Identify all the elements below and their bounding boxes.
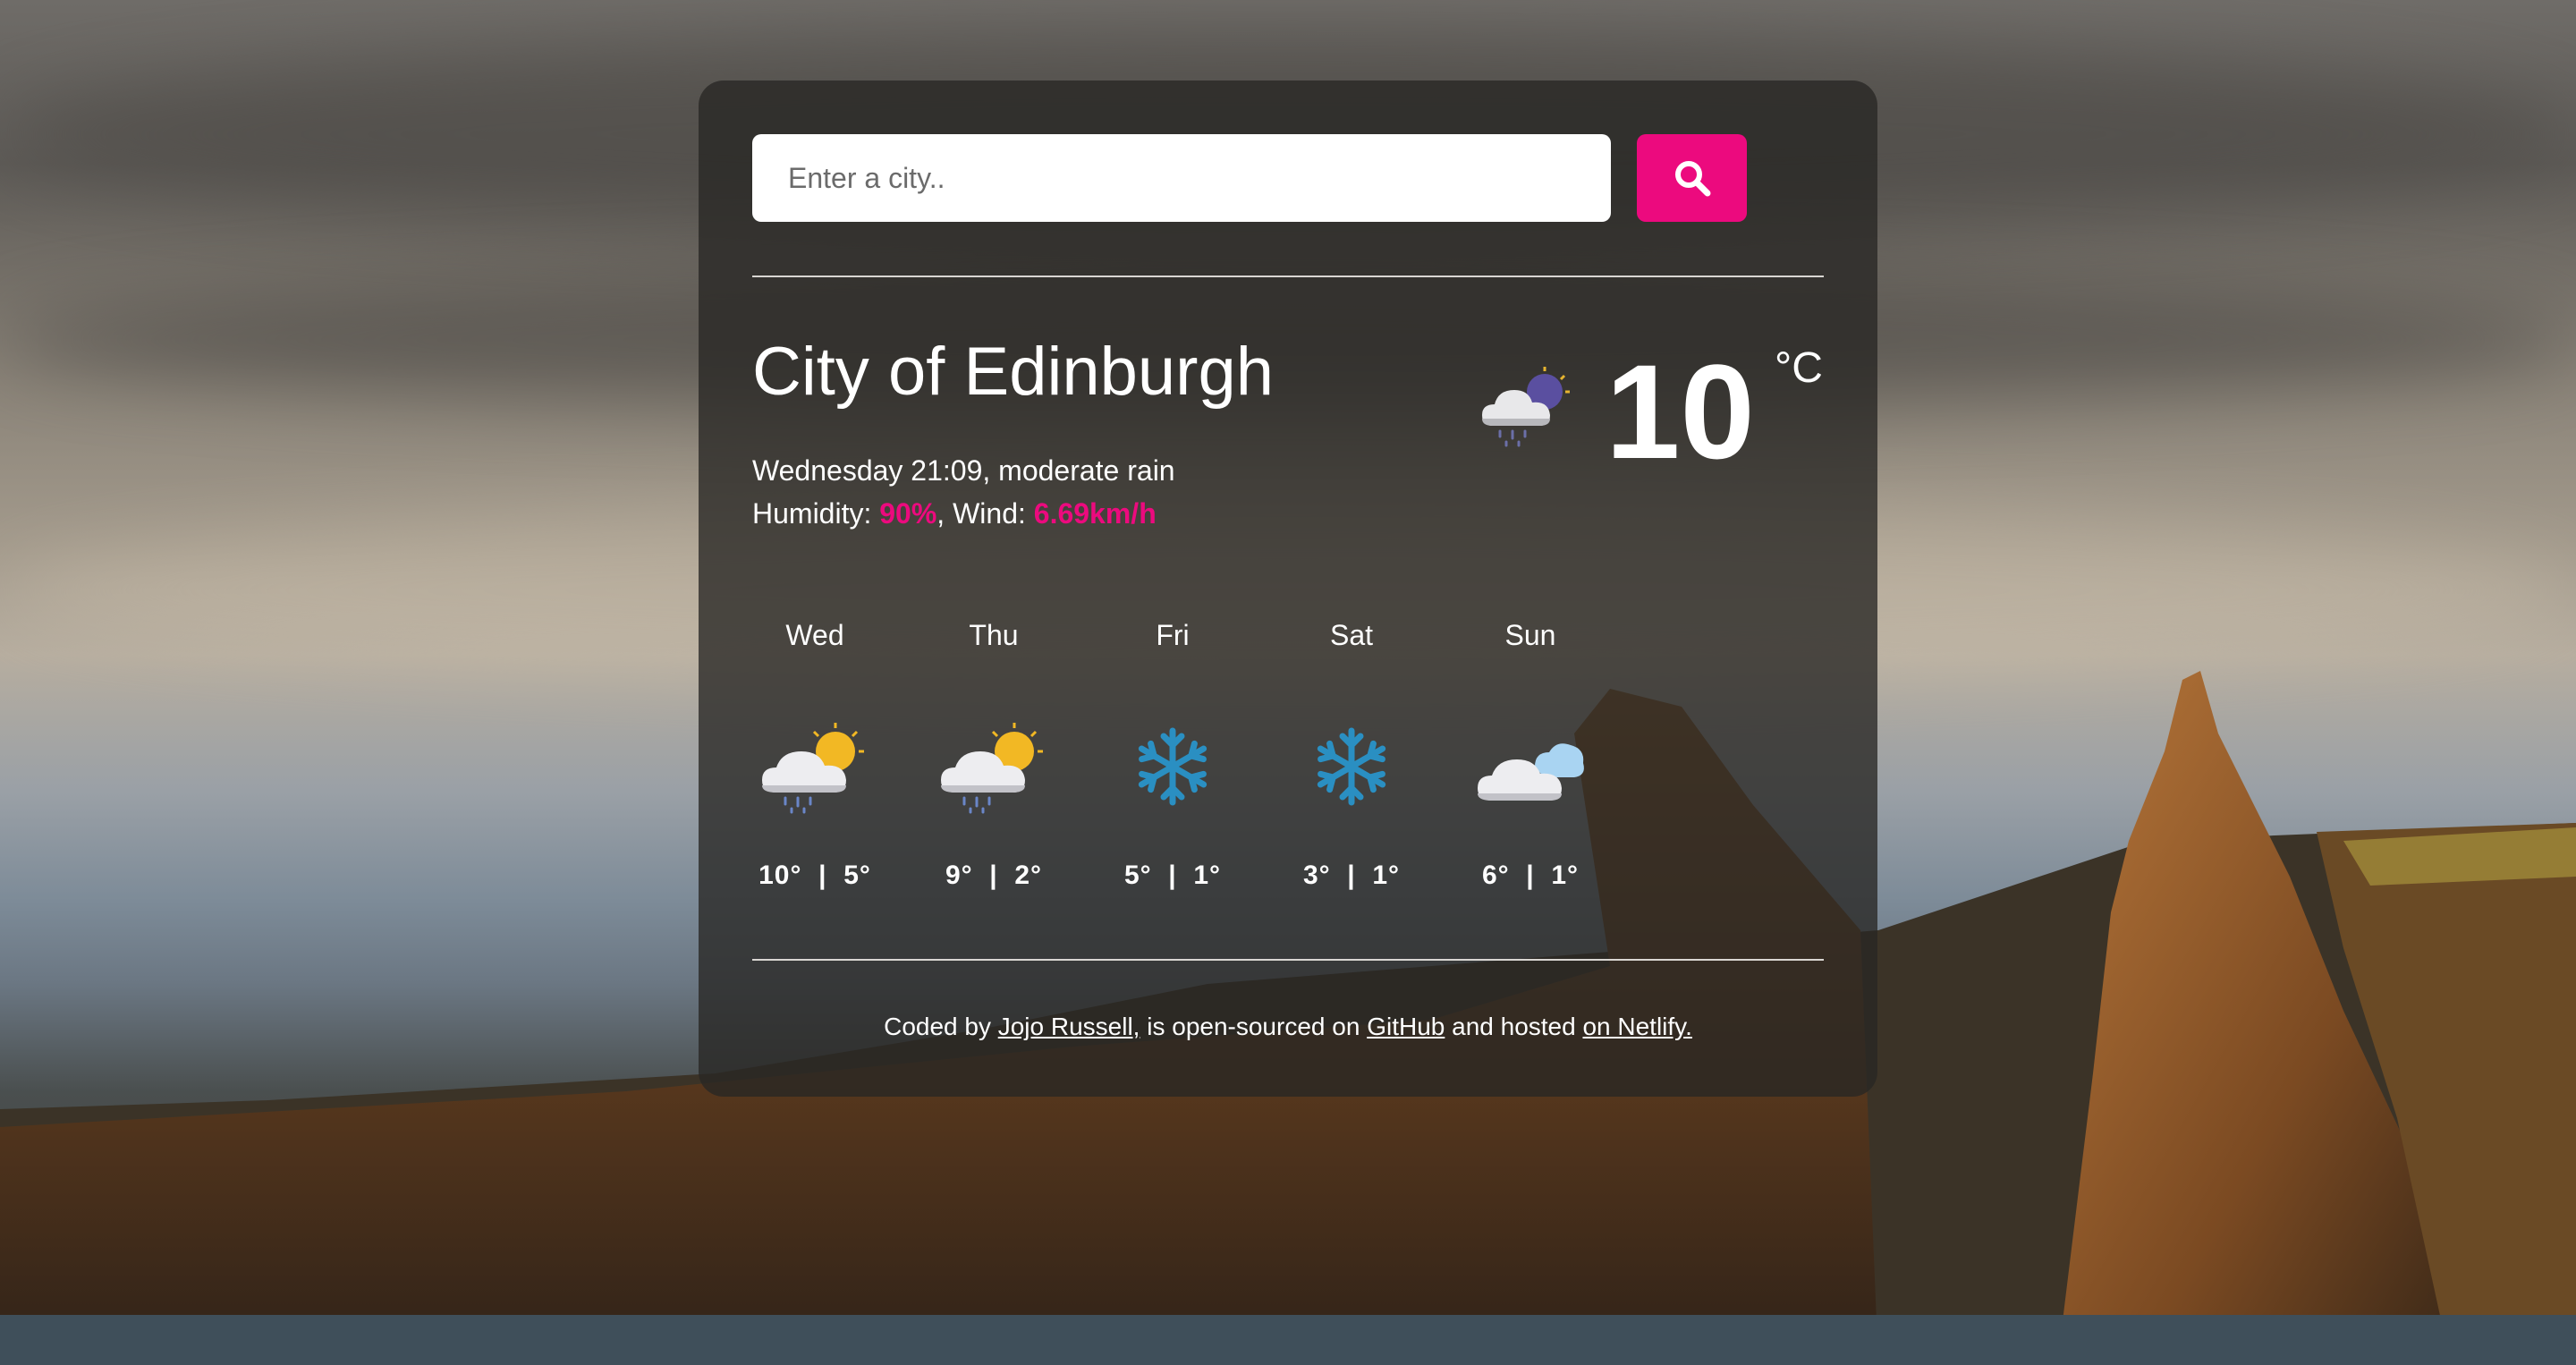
weather-card: City of Edinburgh Wednesday 21:09, moder… — [699, 81, 1877, 1097]
forecast-day: Thu 9° | 2° — [931, 614, 1056, 891]
divider — [752, 276, 1824, 277]
forecast-separator: | — [818, 861, 827, 890]
forecast-temps: 10° | 5° — [752, 861, 877, 891]
forecast-row: Wed 10° | 5° Thu 9° | 2° Fri 5° | 1° Sat… — [752, 614, 1584, 998]
snowflake-icon — [1317, 727, 1386, 806]
city-search-input[interactable] — [752, 134, 1611, 222]
forecast-low: 1° — [1551, 861, 1580, 890]
divider — [752, 959, 1824, 961]
forecast-temps: 3° | 1° — [1289, 861, 1414, 891]
github-link[interactable]: GitHub — [1367, 1013, 1445, 1040]
temperature-unit: °C — [1775, 344, 1823, 392]
humidity-value: 90% — [879, 497, 937, 530]
forecast-temps: 5° | 1° — [1110, 861, 1235, 891]
wind-label: , Wind: — [936, 497, 1034, 530]
forecast-day-name: Fri — [1156, 619, 1190, 651]
netlify-link[interactable]: on Netlify. — [1582, 1013, 1691, 1040]
forecast-day-name: Sat — [1329, 619, 1374, 651]
forecast-high: 6° — [1481, 861, 1510, 890]
day-time-description: Wednesday 21:09, moderate rain — [752, 454, 1175, 487]
current-temperature: 10 — [1606, 336, 1755, 487]
forecast-high: 3° — [1302, 861, 1331, 890]
forecast-separator: | — [1347, 861, 1356, 890]
forecast-high: 10° — [758, 861, 802, 890]
forecast-day: Sat 3° | 1° — [1289, 614, 1414, 891]
forecast-day: Fri 5° | 1° — [1110, 614, 1235, 891]
footer-text: is open-sourced on — [1140, 1013, 1368, 1040]
forecast-day-name: Wed — [785, 619, 844, 651]
forecast-temps: 6° | 1° — [1468, 861, 1593, 891]
search-form — [752, 134, 1747, 222]
night-cloud-rain-icon — [1482, 367, 1570, 447]
cloudy-icon — [1478, 743, 1584, 801]
footer: Coded by Jojo Russell, is open-sourced o… — [699, 1013, 1877, 1041]
forecast-day: Wed 10° | 5° — [752, 614, 877, 891]
forecast-day-name: Thu — [969, 619, 1019, 651]
search-icon — [1674, 161, 1710, 197]
wind-value: 6.69km/h — [1033, 497, 1157, 530]
forecast-separator: | — [1168, 861, 1177, 890]
forecast-low: 1° — [1193, 861, 1222, 890]
forecast-low: 2° — [1014, 861, 1043, 890]
snowflake-icon — [1138, 727, 1208, 806]
author-link[interactable]: Jojo Russell, — [998, 1013, 1140, 1040]
city-name: City of Edinburgh — [752, 334, 1274, 410]
forecast-high: 9° — [945, 861, 973, 890]
forecast-low: 1° — [1372, 861, 1401, 890]
search-button[interactable] — [1637, 134, 1747, 222]
current-details: Wednesday 21:09, moderate rain Humidity:… — [752, 449, 1175, 535]
forecast-temps: 9° | 2° — [931, 861, 1056, 891]
humidity-wind-line: Humidity: 90%, Wind: 6.69km/h — [752, 492, 1175, 535]
forecast-separator: | — [989, 861, 998, 890]
sun-cloud-rain-icon — [762, 723, 864, 814]
sun-cloud-rain-icon — [941, 723, 1043, 814]
forecast-day-name: Sun — [1504, 619, 1556, 651]
forecast-low: 5° — [843, 861, 871, 890]
footer-text: and hosted — [1445, 1013, 1583, 1040]
forecast-separator: | — [1526, 861, 1535, 890]
forecast-day: Sun 6° | 1° — [1468, 614, 1593, 891]
forecast-high: 5° — [1123, 861, 1152, 890]
humidity-label: Humidity: — [752, 497, 880, 530]
footer-text: Coded by — [884, 1013, 998, 1040]
